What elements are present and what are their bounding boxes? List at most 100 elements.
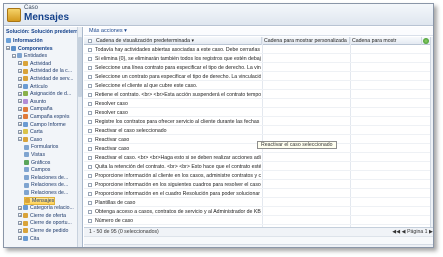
expand-icon[interactable]: + xyxy=(18,76,22,81)
table-row[interactable]: Seleccione el cliente al que cubre este … xyxy=(84,82,430,90)
expand-icon[interactable]: + xyxy=(18,236,22,241)
subject-icon xyxy=(23,98,28,104)
table-row[interactable]: Reactivar el caso seleccionado xyxy=(84,127,430,135)
row-checkbox[interactable] xyxy=(88,129,92,133)
nav-item-label: Caso xyxy=(30,136,43,143)
collapse-icon[interactable]: − xyxy=(6,46,10,51)
fields-icon xyxy=(24,167,29,173)
expand-icon[interactable]: + xyxy=(18,84,22,89)
default-string-cell: Número de caso xyxy=(95,218,134,224)
nav-item-label: Asignación de d... xyxy=(30,91,72,98)
row-checkbox[interactable] xyxy=(88,210,92,214)
table-row[interactable]: Plantillas de caso xyxy=(84,199,430,207)
table-row[interactable]: Resolver caso xyxy=(84,109,430,117)
expand-icon[interactable]: + xyxy=(18,114,22,119)
row-checkbox[interactable] xyxy=(88,156,92,160)
row-checkbox[interactable] xyxy=(88,165,92,169)
row-checkbox[interactable] xyxy=(88,66,92,70)
messages-grid: Cadena de visualización predeterminada ▾… xyxy=(84,37,430,227)
collapse-icon[interactable]: − xyxy=(18,137,22,142)
default-string-cell: Si elimina {0}, se eliminarán también to… xyxy=(95,56,261,62)
expand-icon[interactable]: + xyxy=(18,205,22,210)
row-checkbox[interactable] xyxy=(88,192,92,196)
activity-icon xyxy=(23,68,28,74)
column-header-default[interactable]: Cadena de visualización predeterminada ▾ xyxy=(94,37,262,45)
expand-icon[interactable]: + xyxy=(18,221,22,226)
default-string-cell: Registre los contratos para ofrecer serv… xyxy=(95,119,261,125)
row-checkbox[interactable] xyxy=(88,138,92,142)
expand-icon[interactable]: + xyxy=(18,91,22,96)
row-checkbox[interactable] xyxy=(88,120,92,124)
expand-icon[interactable]: + xyxy=(18,107,22,112)
column-header-custom-2[interactable]: Cadena para mostr xyxy=(350,37,422,45)
row-checkbox[interactable] xyxy=(88,111,92,115)
expand-icon[interactable]: + xyxy=(18,99,22,104)
header-bar: Caso Mensajes xyxy=(4,4,433,26)
views-icon xyxy=(24,152,29,158)
table-row[interactable]: Quita la retención del contrato. <br> <b… xyxy=(84,163,430,171)
expand-icon[interactable]: + xyxy=(18,122,22,127)
expand-icon[interactable]: + xyxy=(18,228,22,233)
relationship-icon xyxy=(24,174,29,180)
row-checkbox[interactable] xyxy=(88,48,92,52)
table-row[interactable]: Retiene el contrato. <br> <br>Esta acció… xyxy=(84,91,430,99)
nav-item-label: Gráficos xyxy=(31,159,51,166)
expand-icon[interactable]: + xyxy=(18,129,22,134)
report-field-icon xyxy=(23,121,28,127)
table-row[interactable]: Seleccione un contrato para especificar … xyxy=(84,73,430,81)
horizontal-scrollbar[interactable] xyxy=(84,244,433,247)
nav-item-label: Campo Informe xyxy=(30,121,66,128)
row-checkbox[interactable] xyxy=(88,84,92,88)
row-checkbox[interactable] xyxy=(88,174,92,178)
collapse-icon[interactable]: − xyxy=(12,53,16,58)
row-checkbox[interactable] xyxy=(88,201,92,205)
row-checkbox[interactable] xyxy=(88,219,92,223)
campaign-icon xyxy=(23,106,28,112)
charts-icon xyxy=(24,159,29,165)
expand-icon[interactable]: + xyxy=(18,213,22,218)
table-row[interactable]: Proporcione información al cliente en lo… xyxy=(84,172,430,180)
table-row[interactable]: Registre los contratos para ofrecer serv… xyxy=(84,118,430,126)
row-checkbox[interactable] xyxy=(88,93,92,97)
nav-scrollbar[interactable] xyxy=(77,27,82,247)
assignment-icon xyxy=(23,91,28,97)
column-header-custom[interactable]: Cadena para mostrar personalizada xyxy=(262,37,350,45)
expand-icon[interactable]: + xyxy=(18,61,22,66)
table-row[interactable]: Si elimina {0}, se eliminarán también to… xyxy=(84,55,430,63)
nav-item-label: Cierre de pedido xyxy=(30,228,69,234)
table-row[interactable]: Todavía hay actividades abiertas asociad… xyxy=(84,46,430,54)
more-actions-button[interactable]: Más acciones ▾ xyxy=(89,28,127,34)
nav-item-label: Campaña exprés xyxy=(30,114,70,120)
row-checkbox[interactable] xyxy=(88,57,92,61)
expand-icon[interactable]: + xyxy=(18,69,22,74)
default-string-cell: Seleccione un contrato para especificar … xyxy=(95,74,261,80)
table-row[interactable]: Seleccione una línea contrato para espec… xyxy=(84,64,430,72)
nav-item-label: Vistas xyxy=(31,152,46,158)
components-icon xyxy=(11,45,16,51)
nav-item-label: Asunto xyxy=(30,98,47,105)
nav-item-label: Carta xyxy=(30,129,43,136)
table-row[interactable]: Número de caso xyxy=(84,217,430,225)
table-row[interactable]: Proporcione información en los siguiente… xyxy=(84,181,430,189)
activity-icon xyxy=(23,60,28,66)
table-row[interactable]: Reactivar el caso. <br> <br>Haga esto si… xyxy=(84,154,430,162)
row-checkbox[interactable] xyxy=(88,102,92,106)
default-string-cell: Obtenga acceso a casos, contratos de ser… xyxy=(95,209,261,215)
nav-item-label: Componentes xyxy=(18,45,53,52)
refresh-icon[interactable] xyxy=(423,38,429,44)
row-checkbox[interactable] xyxy=(88,147,92,151)
nav-scroll-thumb[interactable] xyxy=(78,37,82,97)
table-row[interactable]: Resolver caso xyxy=(84,100,430,108)
grid-vertical-scrollbar[interactable] xyxy=(430,37,433,227)
row-checkbox[interactable] xyxy=(88,75,92,79)
select-all-checkbox[interactable] xyxy=(88,39,92,43)
table-row[interactable]: Proporcione información en el cuadro Res… xyxy=(84,190,430,198)
tooltip: Reactivar el caso seleccionado xyxy=(257,141,337,149)
nav-item-label: Entidades xyxy=(24,53,48,60)
row-checkbox[interactable] xyxy=(88,183,92,187)
close-icon xyxy=(23,228,28,234)
nav-item[interactable]: + Cita xyxy=(18,235,39,243)
category-icon xyxy=(23,205,28,211)
pager[interactable]: ◀◀ ◀ Página 1 ▶ xyxy=(392,229,433,235)
table-row[interactable]: Obtenga acceso a casos, contratos de ser… xyxy=(84,208,430,216)
